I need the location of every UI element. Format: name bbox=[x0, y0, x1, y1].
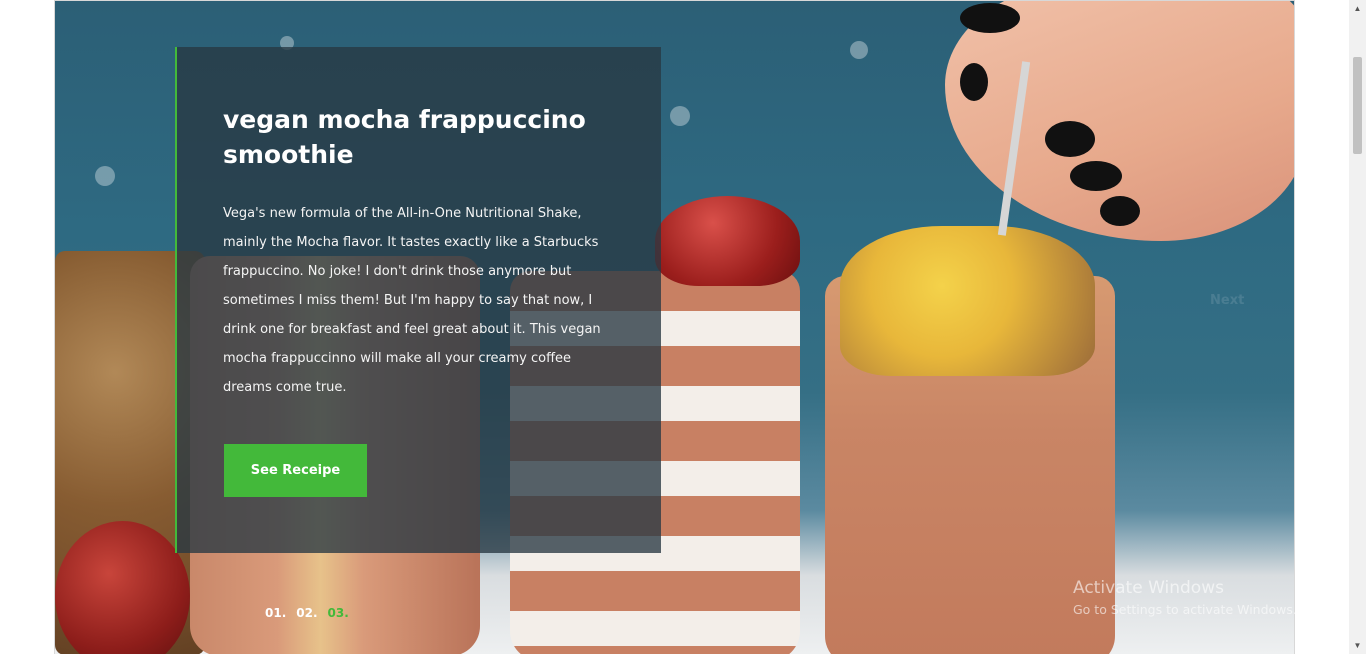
watermark-subtitle: Go to Settings to activate Windows. bbox=[1073, 602, 1297, 617]
next-slide-button[interactable]: Next bbox=[1210, 293, 1244, 308]
vertical-scrollbar[interactable]: ▲ ▼ bbox=[1349, 0, 1366, 654]
pagination-item-2[interactable]: 02. bbox=[296, 606, 317, 620]
scrollbar-thumb[interactable] bbox=[1353, 57, 1362, 154]
watermark-title: Activate Windows bbox=[1073, 578, 1224, 598]
pagination-item-1[interactable]: 01. bbox=[265, 606, 286, 620]
slide-pagination: 01. 02. 03. bbox=[265, 606, 349, 620]
slide-caption-card: vegan mocha frappuccino smoothie Vega's … bbox=[175, 47, 661, 553]
see-recipe-button[interactable]: See Receipe bbox=[224, 444, 367, 497]
pagination-item-3[interactable]: 03. bbox=[328, 606, 349, 620]
hero-slider: vegan mocha frappuccino smoothie Vega's … bbox=[54, 0, 1295, 654]
slide-title: vegan mocha frappuccino smoothie bbox=[223, 105, 586, 169]
chevron-down-icon[interactable]: ▼ bbox=[1349, 637, 1366, 654]
windows-activation-watermark: Activate Windows Go to Settings to activ… bbox=[1073, 577, 1297, 620]
chevron-up-icon[interactable]: ▲ bbox=[1349, 0, 1366, 17]
slide-description: Vega's new formula of the All-in-One Nut… bbox=[223, 206, 601, 395]
page: vegan mocha frappuccino smoothie Vega's … bbox=[0, 0, 1366, 654]
